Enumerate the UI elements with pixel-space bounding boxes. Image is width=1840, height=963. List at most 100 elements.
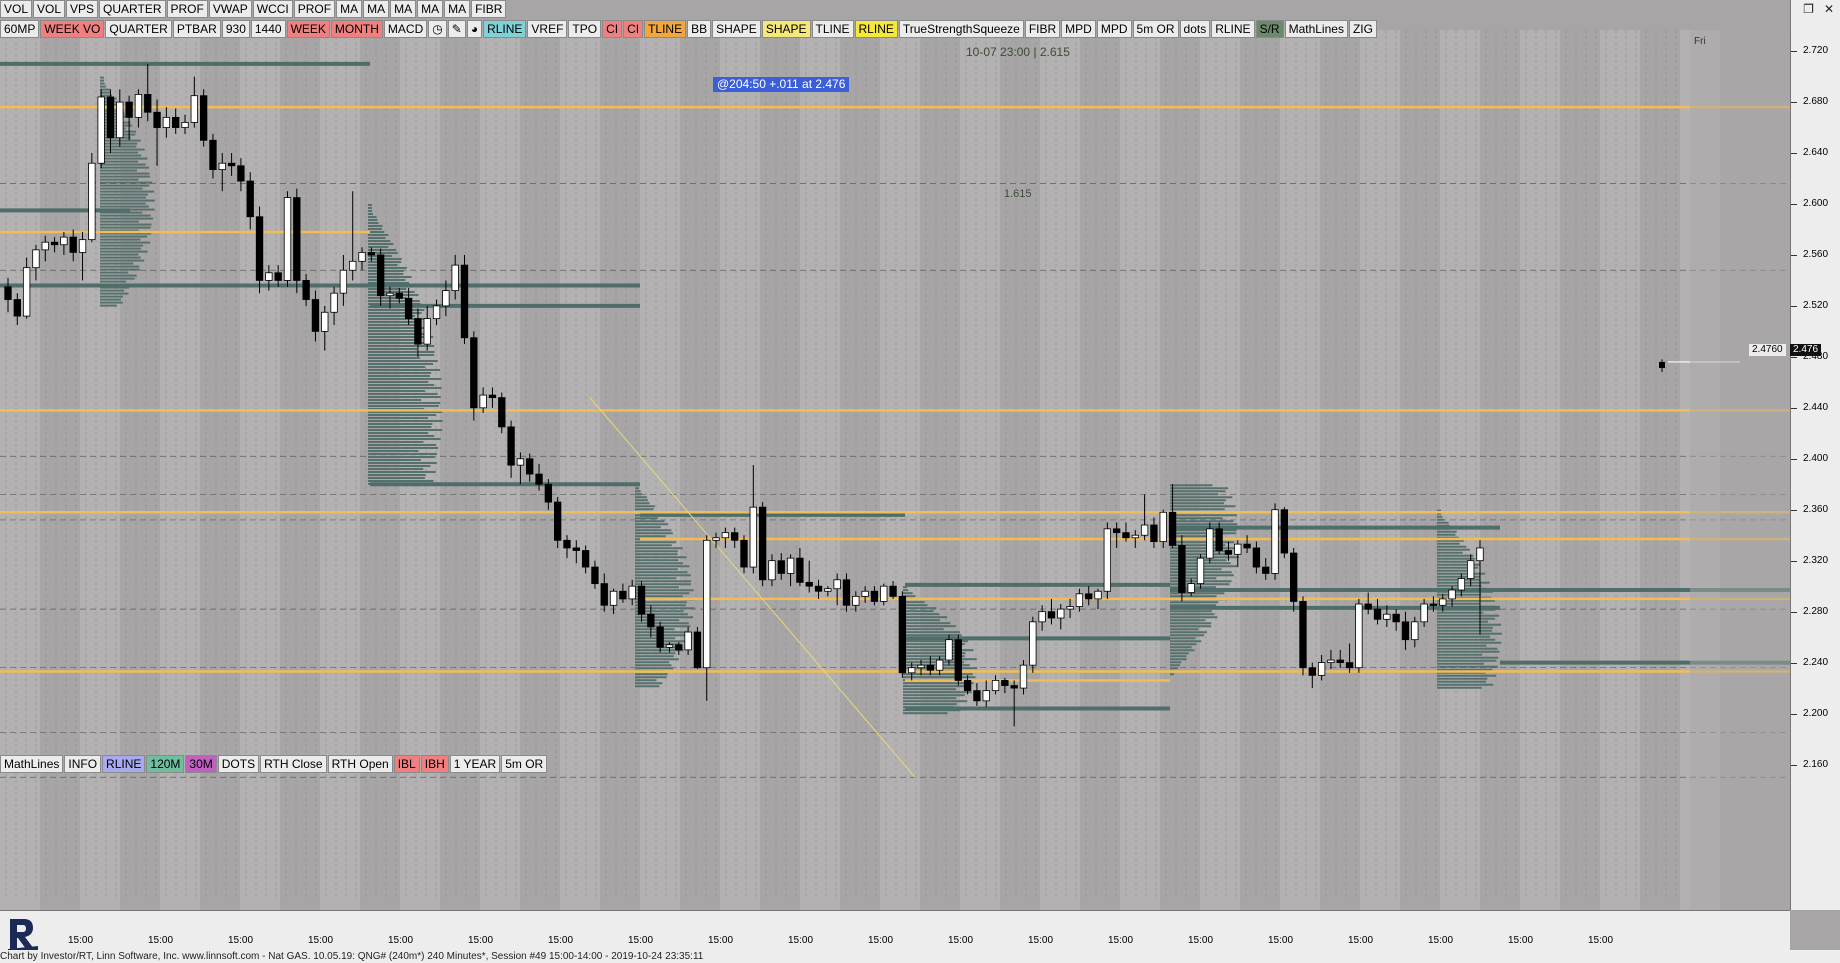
y-tick-mark	[1791, 662, 1797, 664]
toolbar-button-mpd[interactable]: MPD	[1061, 20, 1096, 38]
price-axis[interactable]: 2.720 2.680 2.640 2.600 2.560 2.520 2.480 2.440…	[1790, 0, 1840, 910]
toolbar-button-s-r[interactable]: S/R	[1255, 20, 1284, 38]
candle	[693, 626, 702, 669]
toolbar-button-quarter[interactable]: QUARTER	[105, 20, 172, 38]
candle	[1010, 680, 1018, 727]
toolbar-button-5m-or[interactable]: 5m OR	[1132, 20, 1179, 38]
y-tick-label: 2.520	[1803, 299, 1829, 311]
toolbar-button-tline[interactable]: TLINE	[644, 20, 687, 38]
session-stripes	[0, 30, 1720, 910]
y-tick-mark	[1791, 305, 1797, 307]
close-icon[interactable]: ✕	[1824, 2, 1834, 16]
candle	[1420, 598, 1428, 627]
toolbar-button-truestrengthsqueeze[interactable]: TrueStrengthSqueeze	[898, 20, 1024, 38]
candle	[898, 591, 907, 678]
toolbar-button-tline[interactable]: TLINE	[811, 20, 854, 38]
toolbar-button-120m[interactable]: 120M	[146, 755, 185, 773]
toolbar-button-5m-or[interactable]: 5m OR	[501, 755, 548, 773]
toolbar-button-vref[interactable]: VREF	[527, 20, 568, 38]
toolbar-button-ci[interactable]: CI	[623, 20, 644, 38]
y-tick-label: 2.320	[1803, 554, 1829, 566]
toolbar-button-macd[interactable]: MACD	[383, 20, 428, 38]
restore-icon[interactable]: ❐	[1803, 2, 1814, 16]
toolbar-button-rth-close[interactable]: RTH Close	[260, 755, 327, 773]
candle	[1411, 616, 1419, 648]
toolbar-button-ma[interactable]: MA	[363, 0, 390, 18]
candle	[852, 591, 860, 612]
toolbar-button-week-vo[interactable]: WEEK VO	[40, 20, 105, 38]
toolbar-button-rline[interactable]: RLINE	[102, 755, 146, 773]
candle	[609, 588, 618, 615]
x-tick-label: 15:00	[1588, 935, 1614, 946]
toolbar-button-info[interactable]: INFO	[64, 755, 102, 773]
x-tick-label: 15:00	[628, 935, 654, 946]
toolbar-button-ibl[interactable]: IBL	[393, 755, 420, 773]
toolbar-button-ma[interactable]: MA	[336, 0, 363, 18]
chart-canvas	[0, 30, 1790, 910]
toolbar-button-week[interactable]: WEEK	[286, 20, 330, 38]
toolbar-button-vps[interactable]: VPS	[66, 0, 99, 18]
candle	[600, 573, 608, 612]
candle	[227, 153, 236, 176]
toolbar-button-shape[interactable]: SHAPE	[761, 20, 811, 38]
y-tick-label: 2.600	[1803, 197, 1829, 209]
candle	[1299, 596, 1307, 676]
toolbar-button-wcci[interactable]: WCCI	[252, 0, 293, 18]
candle	[628, 579, 636, 606]
toolbar-button-rline[interactable]: RLINE	[1211, 20, 1255, 38]
toolbar-button-fibr[interactable]: FIBR	[1024, 20, 1061, 38]
y-tick-label: 2.160	[1803, 758, 1829, 770]
toolbar-button-vol[interactable]: VOL	[0, 0, 33, 18]
toolbar-button-quarter[interactable]: QUARTER	[99, 0, 166, 18]
toolbar-button-tpo[interactable]: TPO	[568, 20, 602, 38]
toolbar-button-tool[interactable]: ◷	[428, 20, 447, 38]
toolbar-button-rline[interactable]: RLINE	[483, 20, 527, 38]
y-tick-mark	[1791, 509, 1797, 511]
toolbar-button-ma[interactable]: MA	[390, 0, 417, 18]
toolbar-button-vol[interactable]: VOL	[33, 0, 66, 18]
toolbar-button-rline[interactable]: RLINE	[854, 20, 898, 38]
toolbar-button-bb[interactable]: BB	[687, 20, 712, 38]
toolbar-button-shape[interactable]: SHAPE	[712, 20, 761, 38]
toolbar-button-tool[interactable]: ✎	[447, 20, 466, 38]
toolbar-button-mathlines[interactable]: MathLines	[0, 755, 64, 773]
candle	[842, 573, 851, 612]
toolbar-button-vwap[interactable]: VWAP	[208, 0, 252, 18]
candle	[97, 89, 105, 169]
toolbar-button-60mp[interactable]: 60MP	[0, 20, 40, 38]
candle	[1159, 509, 1167, 548]
toolbar-button-mpd[interactable]: MPD	[1096, 20, 1132, 38]
x-tick-label: 15:00	[1508, 935, 1534, 946]
candle	[209, 133, 217, 179]
toolbar-button-prof[interactable]: PROF	[293, 0, 336, 18]
toolbar-button-ma[interactable]: MA	[444, 0, 471, 18]
y-tick-mark	[1791, 458, 1797, 460]
toolbar-button-rth-open[interactable]: RTH Open	[327, 755, 393, 773]
toolbar-button-1-year[interactable]: 1 YEAR	[449, 755, 501, 773]
time-axis[interactable]: 15:00 15:00 15:00 15:00 15:00 15:00 15:00 15:00…	[0, 910, 1790, 951]
toolbar-button-fibr[interactable]: FIBR	[471, 0, 507, 18]
candle	[1178, 535, 1186, 602]
x-tick-label: 15:00	[1108, 935, 1134, 946]
price-chart[interactable]	[0, 0, 1790, 910]
toolbar-button-930[interactable]: 930	[221, 20, 250, 38]
toolbar-button-tool[interactable]: ◕	[466, 20, 483, 38]
toolbar-button-ptbar[interactable]: PTBAR	[172, 20, 221, 38]
toolbar-button-1440[interactable]: 1440	[250, 20, 286, 38]
toolbar-button-prof[interactable]: PROF	[166, 0, 208, 18]
toolbar-button-mathlines[interactable]: MathLines	[1284, 20, 1348, 38]
toolbar-button-30m[interactable]: 30M	[185, 755, 217, 773]
status-bar: Chart by Investor/RT, Linn Software, Inc…	[0, 950, 1840, 963]
candle	[1252, 541, 1261, 574]
toolbar-button-ma[interactable]: MA	[417, 0, 444, 18]
toolbar-button-dots[interactable]: DOTS	[217, 755, 260, 773]
y-tick-mark	[1791, 407, 1797, 409]
toolbar-button-dots[interactable]: dots	[1179, 20, 1211, 38]
x-tick-label: 15:00	[308, 935, 334, 946]
toolbar-button-month[interactable]: MONTH	[330, 20, 383, 38]
candle	[293, 188, 301, 294]
toolbar-button-zig[interactable]: ZIG	[1348, 20, 1377, 38]
toolbar-button-ibh[interactable]: IBH	[420, 755, 449, 773]
y-tick-mark	[1791, 764, 1797, 766]
toolbar-button-ci[interactable]: CI	[602, 20, 623, 38]
